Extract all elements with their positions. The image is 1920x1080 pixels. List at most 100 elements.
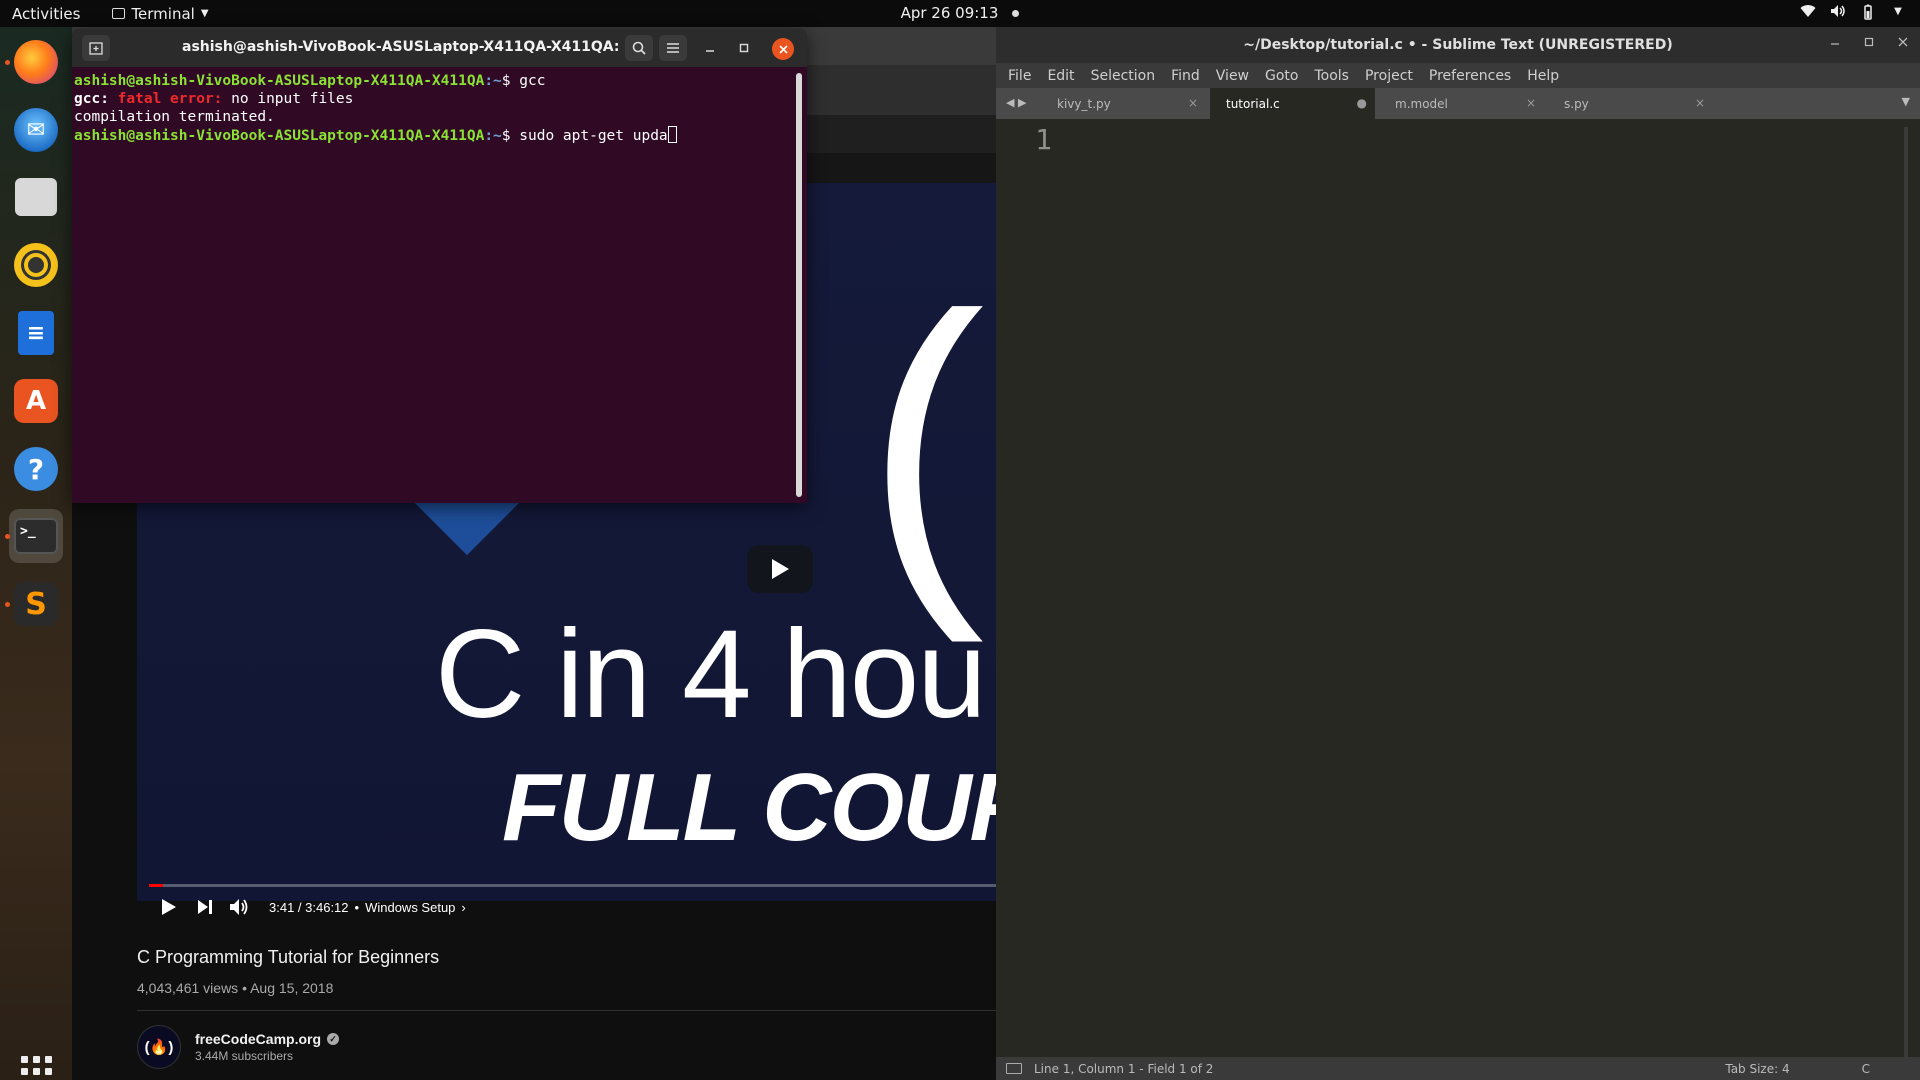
- tab-s-py[interactable]: s.py ×: [1548, 88, 1713, 119]
- editor-text-area[interactable]: [1072, 119, 1897, 157]
- menu-find[interactable]: Find: [1171, 68, 1200, 84]
- dock-firefox[interactable]: [5, 35, 63, 89]
- menu-goto[interactable]: Goto: [1265, 68, 1298, 84]
- error-prefix: gcc:: [74, 91, 118, 107]
- tab-close-icon[interactable]: ×: [1695, 96, 1705, 110]
- video-subtitle-graphic: FULL COURS: [502, 754, 996, 861]
- tab-kivy-t-py[interactable]: kivy_t.py ×: [1041, 88, 1206, 119]
- software-store-icon: A: [14, 379, 58, 423]
- skip-next-icon: [198, 900, 212, 914]
- command-input[interactable]: sudo apt-get upda: [519, 128, 667, 144]
- menu-button[interactable]: [659, 35, 687, 61]
- menu-view[interactable]: View: [1216, 68, 1249, 84]
- sublime-icon: S: [14, 582, 58, 626]
- syntax-mode[interactable]: C: [1862, 1062, 1870, 1076]
- firefox-icon: [14, 40, 58, 84]
- channel-row: (🔥) freeCodeCamp.org ✓ 3.44M subscribers: [137, 1025, 996, 1069]
- dock-show-apps[interactable]: [9, 1044, 63, 1080]
- wifi-icon[interactable]: [1800, 4, 1816, 20]
- divider: [137, 1010, 996, 1011]
- terminal-window[interactable]: ashish@ashish-VivoBook-ASUSLaptop-X411QA…: [72, 29, 807, 503]
- search-button[interactable]: [625, 35, 653, 61]
- terminal-scrollbar[interactable]: [796, 73, 802, 497]
- menu-preferences[interactable]: Preferences: [1429, 68, 1511, 84]
- tab-dropdown-icon[interactable]: ▼: [1902, 95, 1910, 108]
- video-title-graphic: C in 4 hou: [435, 605, 987, 744]
- tab-modified-dot-icon[interactable]: ●: [1357, 96, 1367, 110]
- terminal-line: ashish@ashish-VivoBook-ASUSLaptop-X411QA…: [74, 73, 546, 89]
- video-meta: 4,043,461 views • Aug 15, 2018: [137, 980, 334, 996]
- terminal-output[interactable]: ashish@ashish-VivoBook-ASUSLaptop-X411QA…: [72, 67, 807, 145]
- volume-icon: [230, 899, 248, 915]
- tab-size[interactable]: Tab Size: 4: [1725, 1062, 1789, 1076]
- chevron-right-icon: ›: [461, 899, 466, 915]
- sublime-title: ~/Desktop/tutorial.c • - Sublime Text (U…: [1243, 37, 1673, 53]
- new-tab-icon: [89, 42, 103, 55]
- terminal-line: ashish@ashish-VivoBook-ASUSLaptop-X411QA…: [74, 126, 807, 145]
- video-info: C Programming Tutorial for Beginners 4,0…: [137, 937, 996, 1069]
- menu-file[interactable]: File: [1008, 68, 1031, 84]
- clock[interactable]: Apr 26 09:13: [901, 4, 999, 22]
- close-button[interactable]: [1898, 36, 1908, 51]
- battery-icon[interactable]: [1860, 4, 1876, 20]
- prompt-user: ashish@ashish-VivoBook-ASUSLaptop-X411QA…: [74, 128, 485, 144]
- chapter-label: Windows Setup: [365, 899, 456, 915]
- menu-selection[interactable]: Selection: [1091, 68, 1156, 84]
- rhythmbox-icon: [14, 243, 58, 287]
- system-tray[interactable]: ▼: [1800, 4, 1906, 20]
- tab-close-icon[interactable]: ×: [1526, 96, 1536, 110]
- app-menu[interactable]: Terminal ▼: [112, 5, 209, 23]
- maximize-button[interactable]: [734, 38, 754, 58]
- chapter-button[interactable]: • Windows Setup ›: [355, 900, 466, 915]
- error-message: no input files: [231, 91, 354, 107]
- terminal-mini-icon: [112, 8, 126, 19]
- tab-label: m.model: [1395, 96, 1448, 111]
- menu-project[interactable]: Project: [1365, 68, 1413, 84]
- line-number: 1: [1035, 123, 1052, 156]
- menu-help[interactable]: Help: [1527, 68, 1559, 84]
- top-bar: Activities Terminal ▼ Apr 26 09:13 ▼: [0, 0, 1920, 27]
- tab-close-icon[interactable]: ×: [1188, 96, 1198, 110]
- dock-sublime[interactable]: S: [5, 577, 63, 631]
- prompt-path: ~: [493, 73, 502, 89]
- volume-icon[interactable]: [1830, 4, 1846, 20]
- panel-toggle-icon[interactable]: [1006, 1063, 1022, 1074]
- power-menu-icon[interactable]: ▼: [1890, 4, 1906, 20]
- menu-edit[interactable]: Edit: [1047, 68, 1074, 84]
- sublime-tabbar: ◀ ▶ kivy_t.py × tutorial.c ● m.model × s…: [996, 88, 1920, 119]
- minimize-button[interactable]: [700, 38, 720, 58]
- dock-help[interactable]: ?: [9, 442, 63, 496]
- volume-button[interactable]: [229, 897, 249, 917]
- editor-scrollbar[interactable]: [1904, 127, 1908, 1057]
- activities-button[interactable]: Activities: [12, 5, 80, 23]
- minimize-button[interactable]: [1830, 36, 1840, 51]
- dock-writer[interactable]: ≡: [9, 306, 63, 360]
- tab-tutorial-c[interactable]: tutorial.c ●: [1210, 88, 1375, 119]
- next-button[interactable]: [195, 897, 215, 917]
- play-button[interactable]: [159, 897, 179, 917]
- dock-software[interactable]: A: [9, 374, 63, 428]
- terminal-titlebar[interactable]: ashish@ashish-VivoBook-ASUSLaptop-X411QA…: [72, 29, 807, 67]
- cursor-position: Line 1, Column 1 - Field 1 of 2: [1034, 1061, 1214, 1076]
- tab-nav-arrows[interactable]: ◀ ▶: [1006, 96, 1026, 109]
- sublime-window[interactable]: ~/Desktop/tutorial.c • - Sublime Text (U…: [996, 27, 1920, 1080]
- channel-avatar[interactable]: (🔥): [137, 1025, 181, 1069]
- dock-rhythmbox[interactable]: [9, 238, 63, 292]
- sublime-titlebar[interactable]: ~/Desktop/tutorial.c • - Sublime Text (U…: [996, 27, 1920, 63]
- minimize-icon: [1831, 43, 1839, 45]
- menu-tools[interactable]: Tools: [1314, 68, 1349, 84]
- new-tab-button[interactable]: [82, 35, 110, 61]
- maximize-button[interactable]: [1864, 36, 1874, 51]
- notification-dot-icon: [1012, 10, 1020, 17]
- dock-terminal[interactable]: >_: [5, 509, 63, 563]
- play-icon: [772, 559, 789, 579]
- video-play-overlay[interactable]: [747, 545, 813, 593]
- close-button[interactable]: [772, 38, 794, 60]
- dock-files[interactable]: [9, 170, 63, 224]
- play-icon: [162, 899, 176, 915]
- tab-m-model[interactable]: m.model ×: [1379, 88, 1544, 119]
- dock-thunderbird[interactable]: ✉: [9, 103, 63, 157]
- channel-name[interactable]: freeCodeCamp.org: [195, 1031, 321, 1047]
- verified-icon: ✓: [327, 1033, 340, 1045]
- thunderbird-icon: ✉: [14, 108, 58, 152]
